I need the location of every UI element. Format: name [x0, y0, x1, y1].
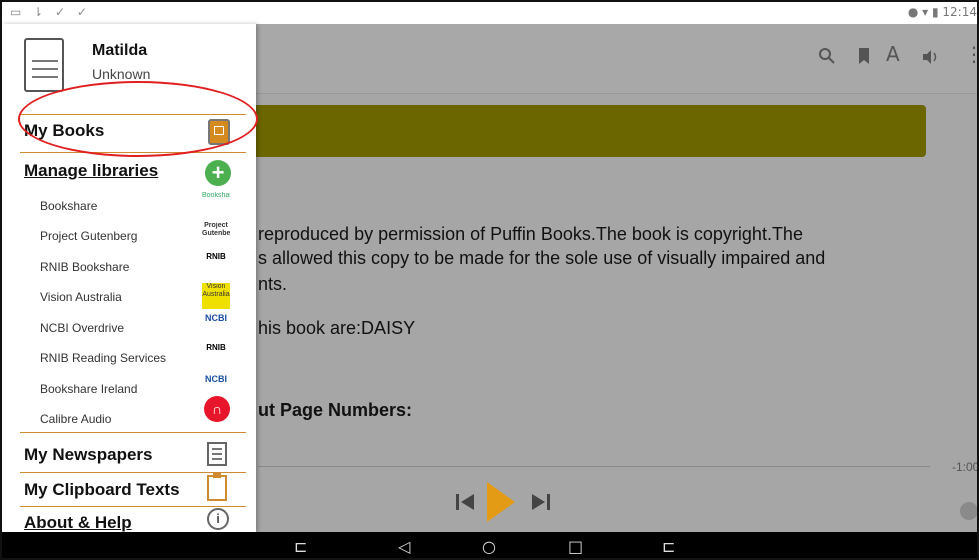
section-heading: ut Page Numbers: — [258, 400, 413, 420]
font-size-icon[interactable]: A — [886, 42, 900, 66]
manage-libraries-item[interactable]: Manage libraries — [24, 161, 158, 181]
app-frame: ▭ ⇂ ✓ ✓ ● ▾ ▮ 12:14 A ⋮ reproduced by pe… — [0, 0, 979, 560]
rnib-logo-icon: RNIB — [202, 344, 230, 370]
status-system-icons: ● ▾ ▮ 12:14 — [907, 5, 977, 19]
info-icon: i — [207, 508, 229, 530]
current-book-title: Matilda — [92, 42, 148, 59]
library-item-vision-australia[interactable]: Vision Australia — [40, 290, 122, 304]
status-notification-icons: ▭ ⇂ ✓ ✓ — [10, 5, 91, 19]
highlight-circle — [18, 81, 258, 157]
current-book-author: Unknown — [92, 66, 151, 82]
about-help-item[interactable]: About & Help — [24, 513, 132, 532]
home-icon[interactable]: ○ — [482, 537, 496, 556]
vision-australia-logo-icon: Vision Australia — [202, 283, 230, 309]
more-options-icon[interactable]: ⋮ — [964, 42, 977, 66]
bookmark-icon[interactable] — [858, 46, 870, 70]
divider — [20, 432, 246, 433]
nav-left-icon[interactable]: ⊏ — [294, 537, 307, 556]
library-item-project-gutenberg[interactable]: Project Gutenberg — [40, 229, 137, 243]
library-item-bookshare-ireland[interactable]: Bookshare Ireland — [40, 382, 137, 396]
skip-back-icon[interactable] — [454, 486, 476, 521]
my-newspapers-item[interactable]: My Newspapers — [24, 445, 153, 465]
nav-right-icon[interactable]: ⊏ — [662, 537, 675, 556]
search-icon[interactable] — [818, 46, 836, 70]
my-clipboard-texts-item[interactable]: My Clipboard Texts — [24, 480, 180, 500]
library-item-ncbi-overdrive[interactable]: NCBI Overdrive — [40, 321, 124, 335]
library-item-bookshare[interactable]: Bookshare — [40, 199, 97, 213]
edit-icon[interactable] — [960, 502, 977, 520]
recents-icon[interactable]: □ — [568, 537, 583, 556]
progress-timeline[interactable] — [258, 466, 930, 467]
library-item-calibre-audio[interactable]: Calibre Audio — [40, 412, 111, 426]
bookshare-logo-icon: Bookshare — [202, 192, 230, 218]
text-line: his book are:DAISY — [258, 318, 416, 338]
library-item-rnib-bookshare[interactable]: RNIB Bookshare — [40, 260, 129, 274]
skip-forward-icon[interactable] — [530, 486, 552, 521]
newspaper-icon — [207, 442, 227, 466]
library-item-rnib-reading-services[interactable]: RNIB Reading Services — [40, 351, 166, 365]
clipboard-icon — [207, 472, 227, 501]
text-line: reproduced by permission of Puffin Books… — [258, 224, 803, 244]
time-remaining: -1:00 — [952, 460, 979, 474]
calibre-headphones-icon: ∩ — [204, 396, 230, 422]
system-nav-bar: ⊏ ◁ ○ □ ⊏ — [2, 532, 977, 558]
book-cover-icon — [24, 38, 64, 92]
play-icon[interactable] — [487, 482, 515, 522]
gutenberg-logo-icon: Project Gutenberg — [202, 222, 230, 248]
add-library-icon[interactable]: + — [205, 160, 231, 186]
volume-icon[interactable] — [922, 46, 940, 70]
ncbi-logo-icon: NCBI — [202, 314, 230, 340]
text-line: nts. — [258, 274, 288, 294]
text-line: s allowed this copy to be made for the s… — [258, 248, 826, 268]
rnib-logo-icon: RNIB — [202, 253, 230, 279]
back-icon[interactable]: ◁ — [398, 537, 410, 556]
divider — [20, 506, 246, 507]
status-bar: ▭ ⇂ ✓ ✓ ● ▾ ▮ 12:14 — [2, 2, 977, 24]
